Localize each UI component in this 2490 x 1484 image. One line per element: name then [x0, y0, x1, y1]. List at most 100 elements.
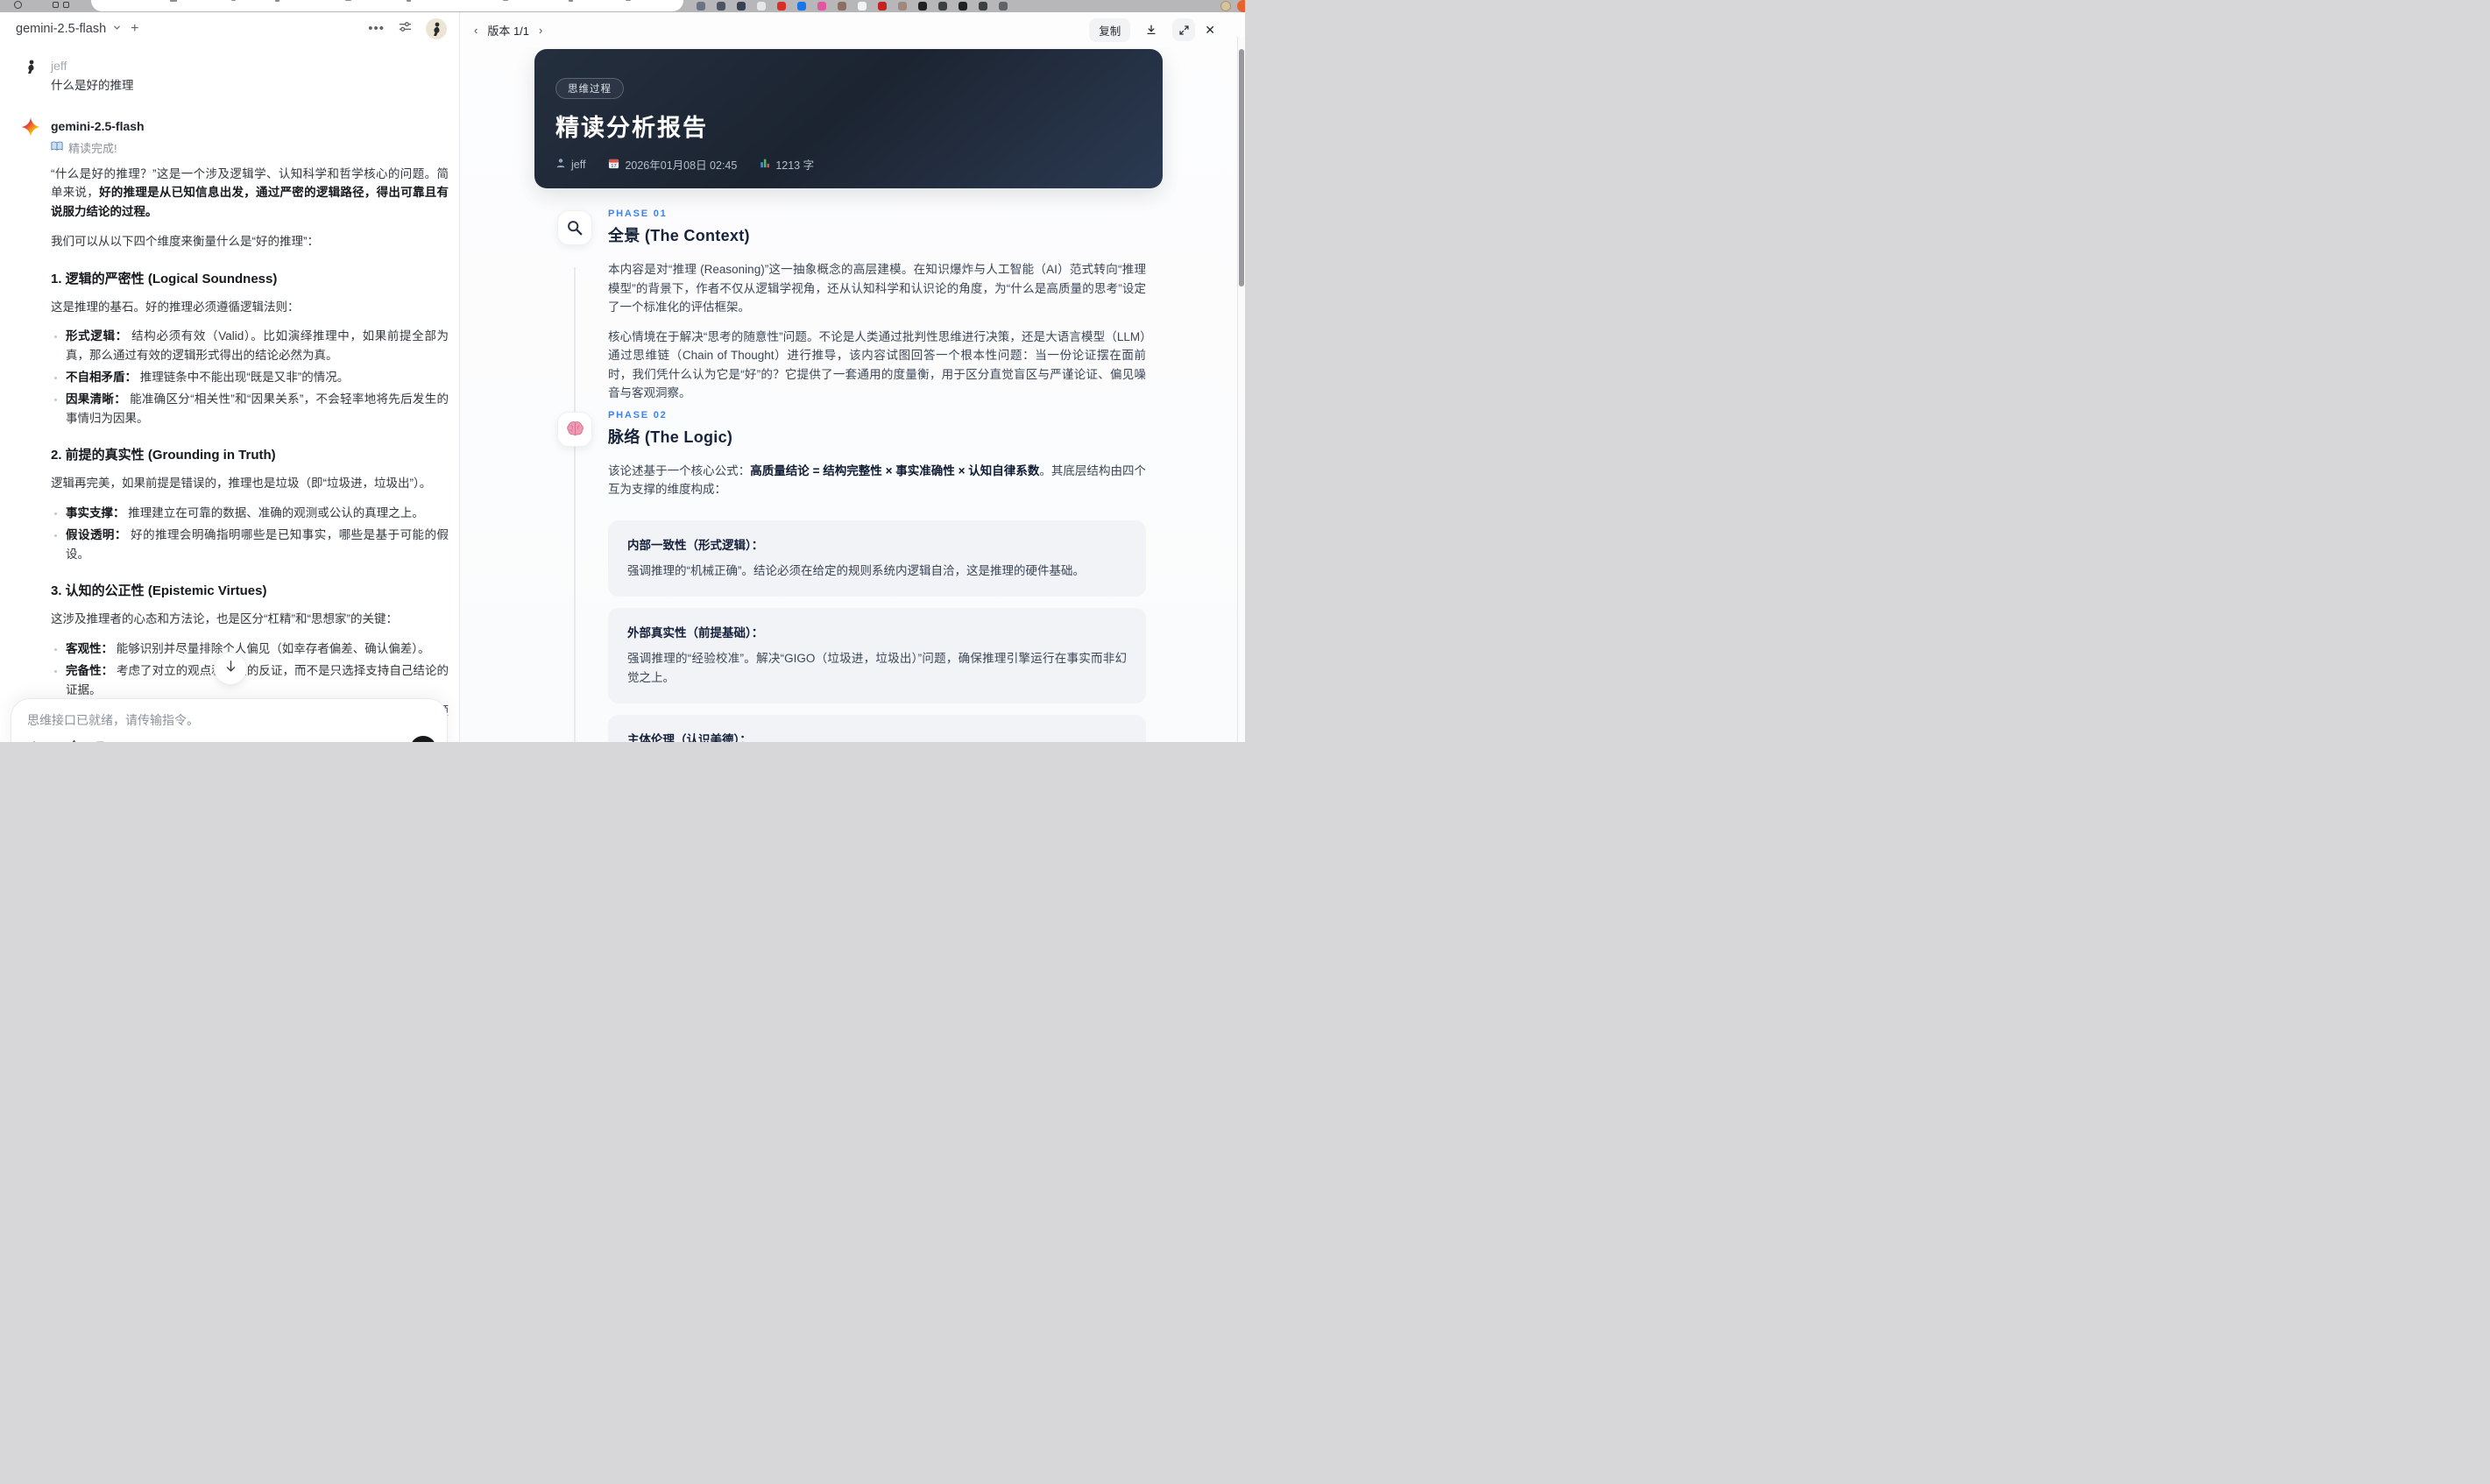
extension-icon[interactable] — [878, 2, 887, 11]
formula-bold: 高质量结论 = 结构完整性 × 事实准确性 × 认知自律系数 — [750, 463, 1040, 477]
list-item: 不自相矛盾： 推理链条中不能出现“既是又非”的情况。 — [66, 368, 449, 387]
extension-icon[interactable] — [777, 2, 786, 11]
extension-icon[interactable] — [938, 2, 947, 11]
phase-kicker: PHASE 01 — [608, 208, 668, 219]
report-date: 17 2026年01月08日 02:45 — [608, 156, 737, 173]
status-line: 精读完成! — [51, 139, 449, 156]
section-lead: 逻辑再完美，如果前提是错误的，推理也是垃圾（即“垃圾进，垃圾出”）。 — [51, 477, 432, 491]
report-meta: jeff 17 2026年01月08日 02:45 1213 字 — [555, 156, 1138, 173]
model-settings-icon[interactable] — [398, 19, 413, 39]
section-heading: 3. 认知的公正性 (Epistemic Virtues) — [51, 583, 267, 599]
report-type-badge: 思维过程 — [555, 78, 624, 99]
section-heading: 1. 逻辑的严密性 (Logical Soundness) — [51, 271, 278, 286]
model-name: gemini-2.5-flash — [16, 21, 107, 36]
report-author: jeff — [555, 158, 585, 171]
voice-input-button[interactable] — [410, 736, 436, 742]
dimension-card: 外部真实性（前提基础）： 强调推理的“经验校准”。解决“GIGO（垃圾进，垃圾出… — [608, 608, 1146, 703]
calendar-icon: 17 — [608, 158, 619, 172]
magnifier-icon — [557, 210, 592, 245]
section-heading: 2. 前提的真实性 (Grounding in Truth) — [51, 448, 276, 463]
bullet-list: 形式逻辑： 结构必须有效（Valid）。比如演绎推理中，如果前提全部为真，那么通… — [51, 327, 449, 428]
lede-text: 我们可以从以下四个维度来衡量什么是“好的推理”： — [51, 234, 319, 248]
report-content: PHASE 01 全景 (The Context) 本内容是对“推理 (Reas… — [534, 208, 1146, 742]
list-item: 因果清晰： 能准确区分“相关性”和“因果关系”，不会轻率地将先后发生的事情归为因… — [66, 390, 449, 428]
extension-icon[interactable] — [697, 2, 705, 11]
waveform-icon — [416, 741, 430, 742]
list-item: 事实支撑： 推理建立在可靠的数据、准确的观测或公认的真理之上。 — [66, 504, 449, 523]
extension-icon[interactable] — [999, 2, 1008, 11]
section-lead: 这涉及推理者的心态和方法论，也是区分“杠精”和“思想家”的关键： — [51, 612, 398, 626]
phase-section-2: PHASE 02 脉络 (The Logic) 该论述基于一个核心公式：高质量结… — [534, 409, 1146, 742]
composer-placeholder: 思维接口已就绪，请传输指令。 — [27, 713, 199, 727]
phase-title: 脉络 (The Logic) — [608, 428, 733, 446]
more-options-button[interactable]: ••• — [368, 22, 385, 35]
artifact-header: ‹ 版本 1/1 › 复制 ✕ — [460, 12, 1245, 47]
close-button[interactable]: ✕ — [1205, 23, 1215, 38]
person-icon — [555, 158, 566, 171]
assistant-name: gemini-2.5-flash — [51, 118, 145, 133]
next-version-button[interactable]: › — [539, 24, 542, 37]
dimension-card: 主体伦理（认识美德）： 转向推理者的心理特征。引入奥卡姆剃刀和反向论证，旨在克服… — [608, 715, 1146, 742]
assistant-message: gemini-2.5-flash 精读完成! “什么是好的推理？”这是一个涉及逻… — [20, 117, 449, 742]
address-bar[interactable] — [91, 0, 683, 11]
version-label: 版本 1/1 — [487, 24, 530, 38]
phase-paragraph: 核心情境在于解决“思考的随意性”问题。不论是人类通过批判性思维进行决策，还是大语… — [608, 329, 1146, 400]
artifact-document: 思维过程 精读分析报告 jeff 17 2026年01月08日 02:45 12… — [460, 47, 1237, 742]
extension-icon[interactable] — [959, 2, 967, 11]
intro-bold-text: 好的推理是从已知信息出发，通过严密的逻辑路径，得出可靠且有说服力结论的过程。 — [51, 186, 449, 219]
arrow-down-icon — [224, 660, 237, 677]
list-item: 客观性： 能够识别并尽量排除个人偏见（如幸存者偏差、确认偏差）。 — [66, 640, 449, 659]
reload-icon[interactable] — [14, 1, 22, 9]
extension-icon[interactable] — [838, 2, 846, 11]
extension-icon[interactable] — [737, 2, 746, 11]
extension-icon[interactable] — [918, 2, 927, 11]
assistant-content: “什么是好的推理？”这是一个涉及逻辑学、认知科学和哲学核心的问题。简单来说，好的… — [51, 165, 449, 742]
scrollbar-track[interactable] — [1237, 37, 1245, 742]
message-composer[interactable]: 思维接口已就绪，请传输指令。 — [11, 698, 448, 742]
sparkle-diamonds-icon[interactable] — [67, 739, 81, 742]
list-item: 完备性： 考虑了对立的观点和潜在的反证，而不是只选择支持自己结论的证据。 — [66, 661, 449, 700]
bookmark-icon[interactable] — [94, 740, 107, 742]
user-name: jeff — [51, 59, 67, 73]
phase-title: 全景 (The Context) — [608, 227, 750, 244]
prev-version-button[interactable]: ‹ — [474, 24, 477, 37]
brain-icon — [557, 411, 592, 447]
download-button[interactable] — [1140, 18, 1163, 41]
book-icon — [51, 141, 63, 154]
browser-profile-avatar[interactable] — [1220, 1, 1231, 11]
extension-icon[interactable] — [817, 2, 826, 11]
model-selector[interactable]: gemini-2.5-flash — [16, 21, 122, 37]
chat-panel: gemini-2.5-flash + ••• jeff 什么是好的推理 gemi… — [0, 12, 460, 742]
message-list: jeff 什么是好的推理 gemini-2.5-flash 精读完成! “什么是… — [0, 42, 459, 742]
dimension-card: 内部一致性（形式逻辑）： 强调推理的“机械正确”。结论必须在给定的规则系统内逻辑… — [608, 519, 1146, 597]
status-text: 精读完成! — [68, 141, 117, 155]
section-lead: 这是推理的基石。好的推理必须遵循逻辑法则： — [51, 300, 300, 314]
browser-toolbar — [0, 0, 1245, 12]
new-chat-button[interactable]: + — [131, 21, 138, 36]
extension-icon[interactable] — [858, 2, 867, 11]
extension-icon[interactable] — [797, 2, 806, 11]
extension-icon[interactable] — [898, 2, 907, 11]
grid-icon[interactable] — [63, 2, 69, 8]
extension-icon[interactable] — [717, 2, 725, 11]
phase-section-1: PHASE 01 全景 (The Context) 本内容是对“推理 (Reas… — [534, 208, 1146, 403]
grid-icon[interactable] — [53, 2, 59, 8]
extension-icons-row — [697, 2, 1008, 11]
chevron-down-icon — [112, 21, 122, 37]
list-item: 假设透明： 好的推理会明确指明哪些是已知事实，哪些是基于可能的假设。 — [66, 526, 449, 564]
scrollbar-thumb[interactable] — [1239, 49, 1244, 286]
account-avatar[interactable] — [426, 18, 447, 39]
list-item: 形式逻辑： 结构必须有效（Valid）。比如演绎推理中，如果前提全部为真，那么通… — [66, 327, 449, 365]
phase-kicker: PHASE 02 — [608, 409, 668, 420]
version-navigator: ‹ 版本 1/1 › — [474, 22, 542, 39]
attach-plus-icon[interactable] — [27, 740, 41, 742]
phase-paragraph: 本内容是对“推理 (Reasoning)”这一抽象概念的高层建模。在知识爆炸与人… — [608, 263, 1146, 314]
report-title: 精读分析报告 — [555, 115, 708, 141]
user-message-text: 什么是好的推理 — [51, 79, 134, 92]
scroll-to-bottom-button[interactable] — [214, 652, 247, 685]
copy-button[interactable]: 复制 — [1089, 18, 1131, 42]
expand-button[interactable] — [1172, 18, 1196, 41]
browser-corner-icon[interactable] — [1237, 0, 1245, 12]
extension-icon[interactable] — [757, 2, 766, 11]
extension-icon[interactable] — [979, 2, 987, 11]
